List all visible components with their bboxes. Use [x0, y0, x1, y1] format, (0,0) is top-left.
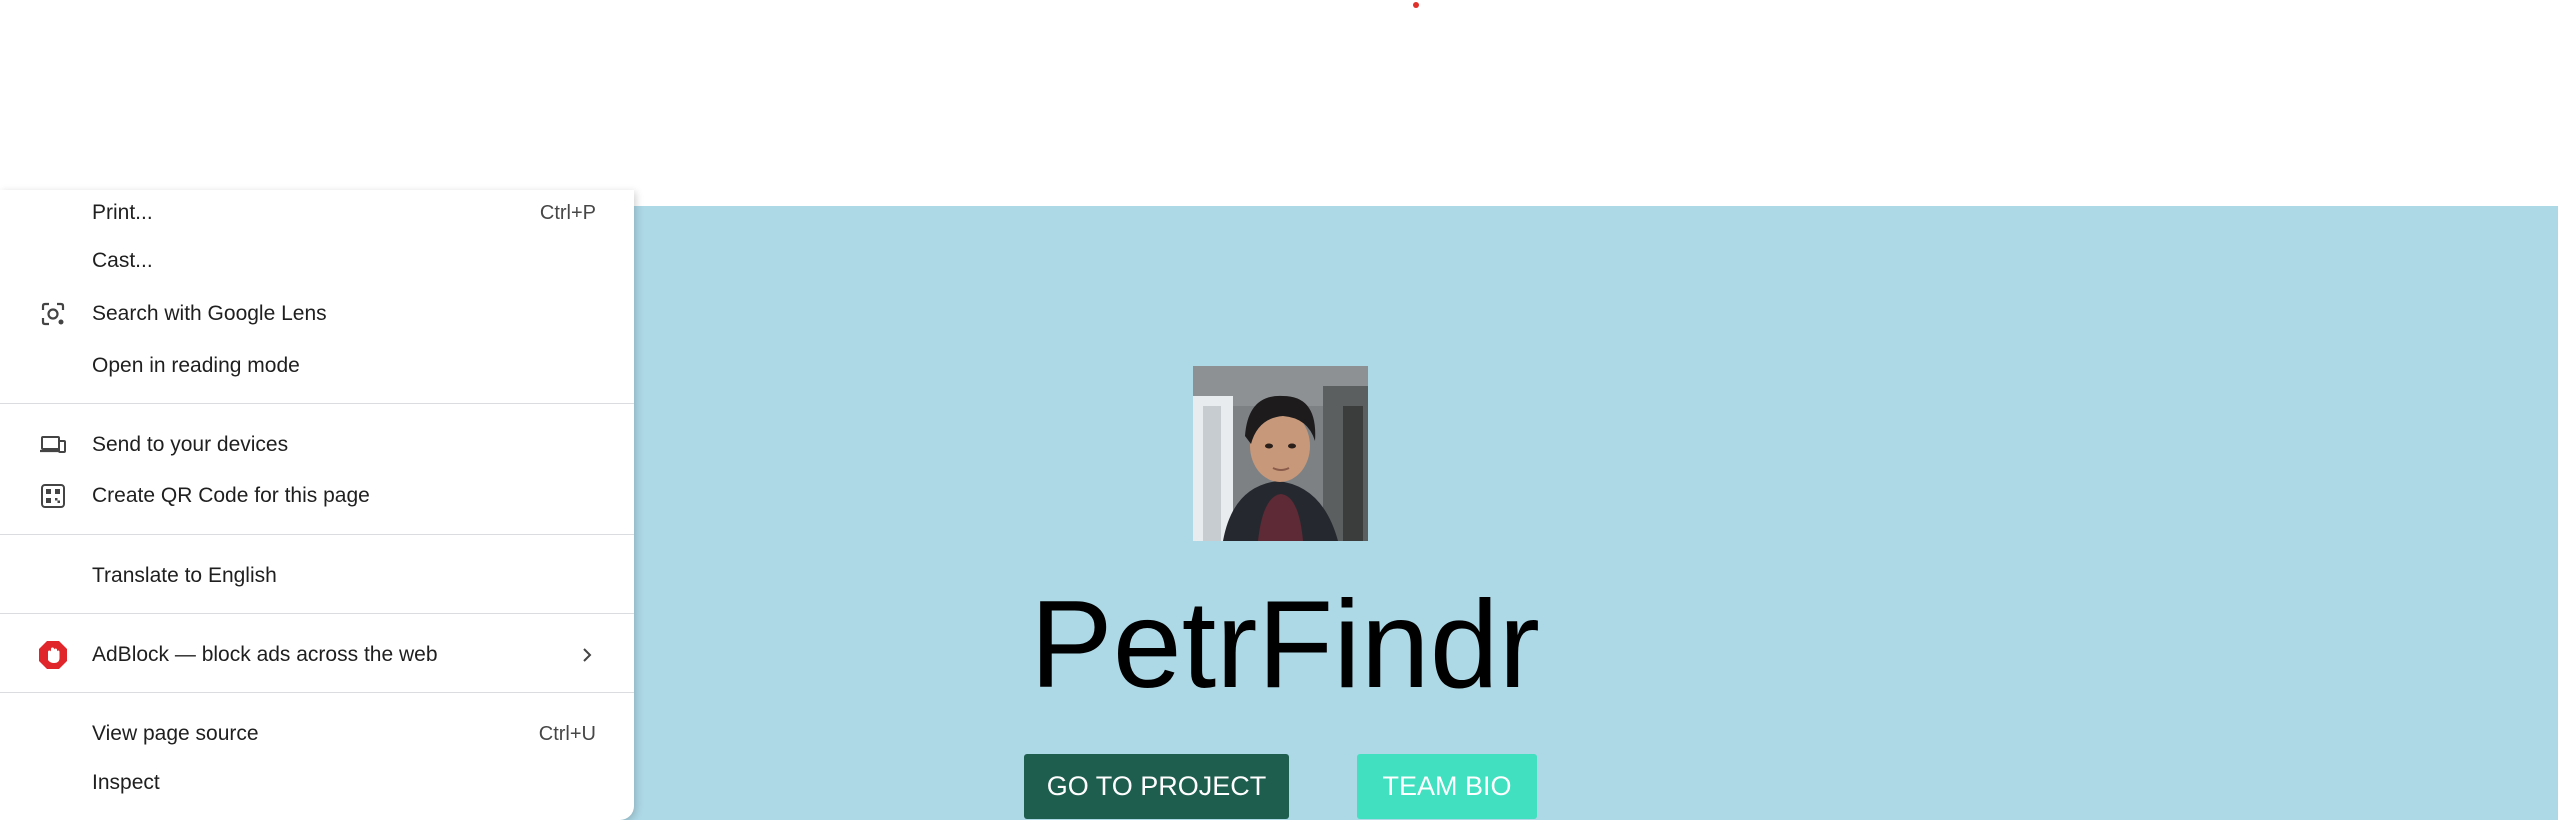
menu-shortcut: Ctrl+U [538, 722, 596, 745]
menu-item-label: Translate to English [92, 564, 277, 587]
menu-item-reading-mode[interactable]: Open in reading mode [0, 341, 634, 391]
page-top-area [0, 0, 2558, 206]
menu-separator [0, 403, 634, 404]
devices-icon [38, 430, 68, 460]
chevron-right-icon [580, 645, 594, 665]
menu-item-label: Print... [92, 201, 153, 224]
menu-item-create-qr-code[interactable]: Create QR Code for this page [0, 471, 634, 521]
profile-photo [1193, 366, 1368, 541]
menu-item-translate[interactable]: Translate to English [0, 551, 634, 601]
menu-item-label: Search with Google Lens [92, 302, 327, 325]
menu-item-view-page-source[interactable]: View page source Ctrl+U [0, 709, 634, 759]
menu-shortcut: Ctrl+P [539, 201, 596, 224]
red-dot-indicator [1413, 2, 1419, 8]
menu-item-google-lens[interactable]: Search with Google Lens [0, 289, 634, 339]
menu-item-label: Create QR Code for this page [92, 484, 370, 507]
adblock-icon [38, 640, 68, 670]
menu-item-label: AdBlock — block ads across the web [92, 643, 438, 666]
menu-item-label: Cast... [92, 249, 153, 272]
menu-item-label: View page source [92, 722, 259, 745]
menu-item-send-to-devices[interactable]: Send to your devices [0, 420, 634, 470]
google-lens-icon [38, 299, 68, 329]
context-menu: Print... Ctrl+P Cast... Search with Goog… [0, 190, 634, 820]
go-to-project-button[interactable]: GO TO PROJECT [1024, 754, 1289, 819]
qr-code-icon [38, 481, 68, 511]
menu-separator [0, 613, 634, 614]
menu-item-cast[interactable]: Cast... [0, 236, 634, 286]
menu-item-inspect[interactable]: Inspect [0, 758, 634, 808]
menu-item-print[interactable]: Print... Ctrl+P [0, 188, 634, 238]
team-bio-button[interactable]: TEAM BIO [1357, 754, 1537, 819]
menu-item-adblock[interactable]: AdBlock — block ads across the web [0, 630, 634, 680]
menu-item-label: Open in reading mode [92, 354, 300, 377]
menu-item-label: Inspect [92, 771, 160, 794]
menu-separator [0, 534, 634, 535]
menu-item-label: Send to your devices [92, 433, 289, 456]
menu-separator [0, 692, 634, 693]
site-title: PetrFindr [1030, 576, 1540, 714]
